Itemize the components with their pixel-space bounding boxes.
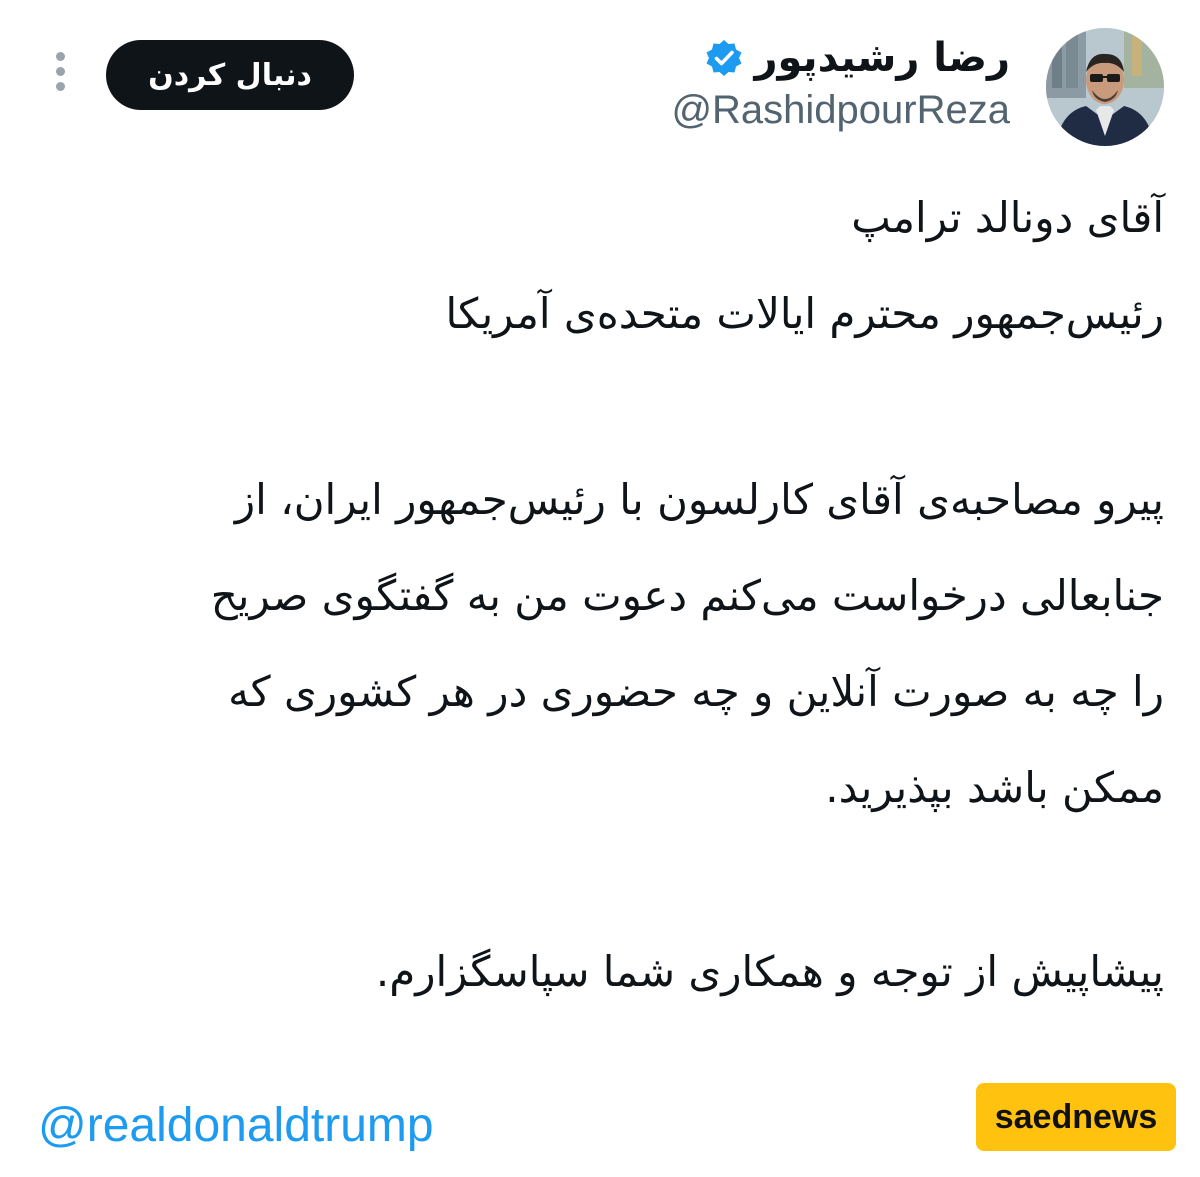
avatar[interactable] (1046, 28, 1164, 146)
tweet-line-title: رئیس‌جمهور محترم ایالات متحده‌ی آمریکا (445, 289, 1164, 338)
tweet-line-closing: پیشاپیش از توجه و همکاری شما سپاسگزارم. (375, 947, 1164, 996)
display-name[interactable]: رضا رشیدپور (754, 30, 1010, 86)
verified-badge-icon (704, 38, 744, 78)
author-name-row: رضا رشیدپور (704, 30, 1010, 86)
profile-photo (1046, 28, 1164, 146)
user-handle[interactable]: @RashidpourReza (671, 84, 1010, 136)
tweet-line-body-1: پیرو مصاحبه‌ی آقای کارلسون با رئیس‌جمهور… (234, 475, 1164, 524)
follow-button[interactable]: دنبال کردن (106, 40, 354, 110)
tweet-screenshot: رضا رشیدپور @RashidpourReza دنبال کردن آ… (0, 0, 1200, 1177)
tweet-line-body-2: جنابعالی درخواست می‌کنم دعوت من به گفتگو… (210, 571, 1164, 620)
tweet-line-greeting: آقای دونالد ترامپ (851, 193, 1164, 242)
tweet-line-body-3: را چه به صورت آنلاین و چه حضوری در هر کش… (228, 667, 1164, 716)
tweet-line-body-4: ممکن باشد بپذیرید. (825, 763, 1164, 812)
watermark-logo: saednews (976, 1083, 1176, 1151)
mention-link[interactable]: @realdonaldtrump (38, 1096, 434, 1156)
more-vertical-icon[interactable] (48, 52, 72, 96)
